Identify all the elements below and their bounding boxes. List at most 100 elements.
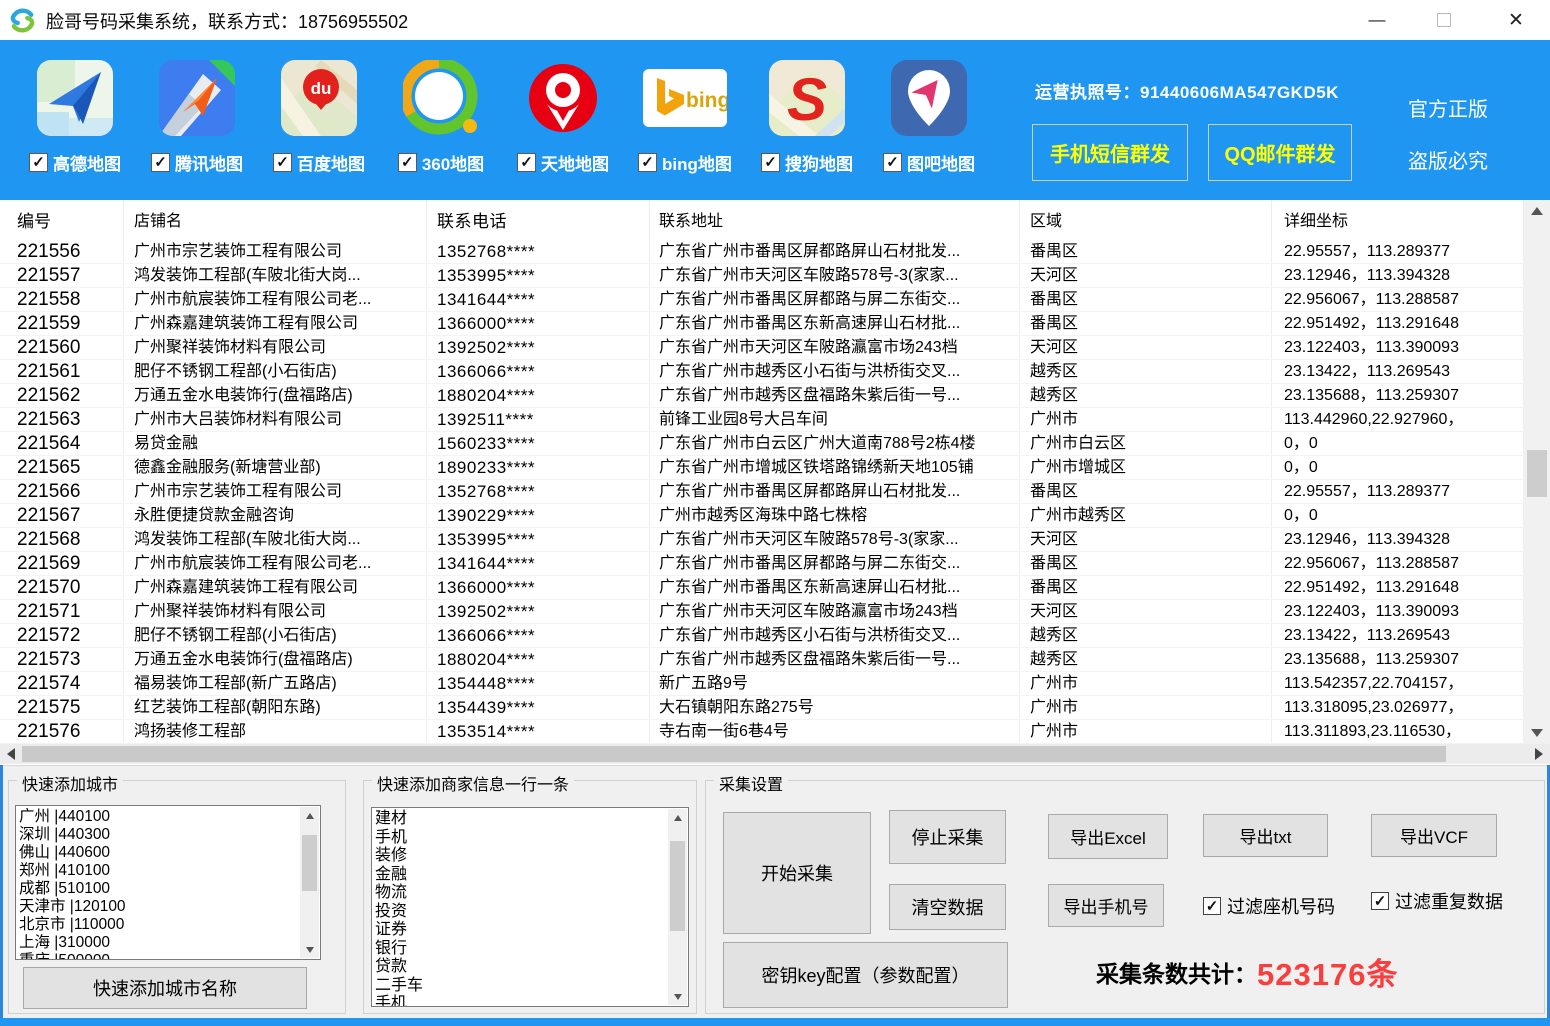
merchant-scroll-thumb[interactable] xyxy=(670,841,685,931)
cell-shop-name: 广州森嘉建筑装饰工程有限公司 xyxy=(124,576,427,599)
table-row[interactable]: 221574福易装饰工程部(新广五路店)1354448****新广五路9号广州市… xyxy=(0,672,1524,696)
sms-broadcast-button[interactable]: 手机短信群发 xyxy=(1032,124,1188,181)
cell-shop-name: 广州市大吕装饰材料有限公司 xyxy=(124,408,427,431)
filter-duplicates-checkbox[interactable]: 过滤重复数据 xyxy=(1371,888,1503,914)
table-row[interactable]: 221562万通五金水电装饰行(盘福路店)1880204****广东省广州市越秀… xyxy=(0,384,1524,408)
column-header-shop-name[interactable]: 店铺名 xyxy=(124,200,427,240)
merchant-keyword-line: 二手车 xyxy=(375,977,666,996)
filter-landline-checkbox[interactable]: 过滤座机号码 xyxy=(1203,893,1335,919)
cell-address: 广东省广州市番禺区屏都路屏山石材批发... xyxy=(650,240,1020,263)
key-config-button[interactable]: 密钥key配置（参数配置） xyxy=(723,942,1008,1008)
column-header-address[interactable]: 联系地址 xyxy=(650,200,1020,240)
stop-collect-button[interactable]: 停止采集 xyxy=(889,810,1006,864)
column-header-coords[interactable]: 详细坐标 xyxy=(1272,200,1524,240)
qq-mail-broadcast-button[interactable]: QQ邮件群发 xyxy=(1208,124,1352,181)
cell-address: 前锋工业园8号大吕车间 xyxy=(650,408,1020,431)
city-list-item[interactable]: 北京市 |110000 xyxy=(19,916,298,934)
city-list-item[interactable]: 成都 |510100 xyxy=(19,880,298,898)
merchant-keywords-textarea[interactable]: 建材手机装修金融物流投资证券银行贷款二手车手机 xyxy=(371,807,689,1007)
table-row[interactable]: 221572肥仔不锈钢工程部(小石街店)1366066****广东省广州市越秀区… xyxy=(0,624,1524,648)
export-txt-button[interactable]: 导出txt xyxy=(1203,814,1328,857)
table-row[interactable]: 221560广州聚祥装饰材料有限公司1392502****广东省广州市天河区车陂… xyxy=(0,336,1524,360)
table-row[interactable]: 221557鸿发装饰工程部(车陂北街大岗...1353995****广东省广州市… xyxy=(0,264,1524,288)
table-row[interactable]: 221576鸿扬装修工程部1353514****寺右南一街6巷4号广州市113.… xyxy=(0,720,1524,744)
table-row[interactable]: 221563广州市大吕装饰材料有限公司1392511****前锋工业园8号大吕车… xyxy=(0,408,1524,432)
official-line1: 官方正版 xyxy=(1398,84,1498,136)
map-label: 腾讯地图 xyxy=(175,150,243,175)
quick-add-city-button[interactable]: 快速添加城市名称 xyxy=(23,967,307,1009)
vertical-scroll-thumb[interactable] xyxy=(1527,450,1547,497)
column-header-phone[interactable]: 联系电话 xyxy=(427,200,650,240)
export-vcf-button[interactable]: 导出VCF xyxy=(1371,814,1497,857)
scroll-up-arrow-icon[interactable] xyxy=(1524,200,1550,222)
clear-data-button[interactable]: 清空数据 xyxy=(889,884,1006,930)
filter-landline-label: 过滤座机号码 xyxy=(1227,893,1335,919)
column-header-id[interactable]: 编号 xyxy=(0,200,124,240)
scroll-right-arrow-icon[interactable] xyxy=(1528,744,1550,764)
horizontal-scroll-thumb[interactable] xyxy=(22,746,1446,762)
table-row[interactable]: 221568鸿发装饰工程部(车陂北街大岗...1353995****广东省广州市… xyxy=(0,528,1524,552)
tianditu-map-icon xyxy=(525,60,601,136)
city-list-item[interactable]: 上海 |310000 xyxy=(19,934,298,952)
city-list-item[interactable]: 天津市 |120100 xyxy=(19,898,298,916)
table-row[interactable]: 221561肥仔不锈钢工程部(小石街店)1366066****广东省广州市越秀区… xyxy=(0,360,1524,384)
tencent-map-checkbox[interactable]: 腾讯地图 xyxy=(151,150,243,175)
cell-id: 221571 xyxy=(0,600,124,623)
export-phone-button[interactable]: 导出手机号 xyxy=(1048,884,1164,927)
scroll-down-arrow-icon[interactable] xyxy=(668,988,687,1005)
sogou-map-checkbox[interactable]: 搜狗地图 xyxy=(761,150,853,175)
cell-shop-name: 广州市航宸装饰工程有限公司老... xyxy=(124,288,427,311)
360-map-checkbox[interactable]: 360地图 xyxy=(398,150,484,175)
table-row[interactable]: 221569广州市航宸装饰工程有限公司老...1341644****广东省广州市… xyxy=(0,552,1524,576)
table-row[interactable]: 221570广州森嘉建筑装饰工程有限公司1366000****广东省广州市番禺区… xyxy=(0,576,1524,600)
table-row[interactable]: 221567永胜便捷贷款金融咨询1390229****广州市越秀区海珠中路七株榕… xyxy=(0,504,1524,528)
cell-coords: 0，0 xyxy=(1272,504,1524,527)
export-excel-button[interactable]: 导出Excel xyxy=(1048,814,1168,859)
cell-address: 广东省广州市越秀区小石街与洪桥街交叉... xyxy=(650,360,1020,383)
city-list-item[interactable]: 重庆 |500000 xyxy=(19,952,298,960)
table-row[interactable]: 221558广州市航宸装饰工程有限公司老...1341644****广东省广州市… xyxy=(0,288,1524,312)
table-row[interactable]: 221573万通五金水电装饰行(盘福路店)1880204****广东省广州市越秀… xyxy=(0,648,1524,672)
column-header-region[interactable]: 区域 xyxy=(1020,200,1272,240)
merchant-keyword-line: 建材 xyxy=(375,810,666,829)
city-list-item[interactable]: 郑州 |410100 xyxy=(19,862,298,880)
city-listbox[interactable]: 广州 |440100深圳 |440300佛山 |440600郑州 |410100… xyxy=(15,805,321,960)
scroll-down-arrow-icon[interactable] xyxy=(1524,722,1550,744)
table-row[interactable]: 221559广州森嘉建筑装饰工程有限公司1366000****广东省广州市番禺区… xyxy=(0,312,1524,336)
tianditu-map-checkbox[interactable]: 天地地图 xyxy=(517,150,609,175)
scroll-down-arrow-icon[interactable] xyxy=(300,941,319,958)
cell-id: 221560 xyxy=(0,336,124,359)
cell-region: 越秀区 xyxy=(1020,384,1272,407)
mapbar-map-checkbox[interactable]: 图吧地图 xyxy=(883,150,975,175)
scroll-left-arrow-icon[interactable] xyxy=(0,744,22,764)
cell-address: 广东省广州市天河区车陂路瀛富市场243档 xyxy=(650,600,1020,623)
merchant-keyword-line: 贷款 xyxy=(375,958,666,977)
city-list-scrollbar[interactable] xyxy=(300,807,319,958)
table-row[interactable]: 221564易贷金融1560233****广东省广州市白云区广州大道南788号2… xyxy=(0,432,1524,456)
city-list-item[interactable]: 深圳 |440300 xyxy=(19,826,298,844)
table-row[interactable]: 221565德鑫金融服务(新塘营业部)1890233****广东省广州市增城区铁… xyxy=(0,456,1524,480)
table-row[interactable]: 221566广州市宗艺装饰工程有限公司1352768****广东省广州市番禺区屏… xyxy=(0,480,1524,504)
city-scroll-thumb[interactable] xyxy=(302,835,317,891)
minimize-button[interactable]: — xyxy=(1354,0,1400,40)
table-vertical-scrollbar[interactable] xyxy=(1524,200,1550,744)
city-list-item[interactable]: 佛山 |440600 xyxy=(19,844,298,862)
city-list-lines: 广州 |440100深圳 |440300佛山 |440600郑州 |410100… xyxy=(19,808,298,960)
close-button[interactable]: ✕ xyxy=(1493,0,1539,40)
bing-map-checkbox[interactable]: bing地图 xyxy=(638,150,732,175)
baidu-map-checkbox[interactable]: 百度地图 xyxy=(273,150,365,175)
cell-shop-name: 红艺装饰工程部(朝阳东路) xyxy=(124,696,427,719)
scroll-up-arrow-icon[interactable] xyxy=(668,809,687,826)
table-row[interactable]: 221556广州市宗艺装饰工程有限公司1352768****广东省广州市番禺区屏… xyxy=(0,240,1524,264)
table-row[interactable]: 221575红艺装饰工程部(朝阳东路)1354439****大石镇朝阳东路275… xyxy=(0,696,1524,720)
scroll-up-arrow-icon[interactable] xyxy=(300,807,319,824)
maximize-button[interactable] xyxy=(1421,0,1467,40)
cell-id: 221574 xyxy=(0,672,124,695)
merchant-scrollbar[interactable] xyxy=(668,809,687,1005)
start-collect-button[interactable]: 开始采集 xyxy=(723,812,871,934)
amap-map-checkbox[interactable]: 高德地图 xyxy=(29,150,121,175)
table-row[interactable]: 221571广州聚祥装饰材料有限公司1392502****广东省广州市天河区车陂… xyxy=(0,600,1524,624)
table-horizontal-scrollbar[interactable] xyxy=(0,744,1550,764)
checkbox-box xyxy=(398,153,417,172)
city-list-item[interactable]: 广州 |440100 xyxy=(19,808,298,826)
